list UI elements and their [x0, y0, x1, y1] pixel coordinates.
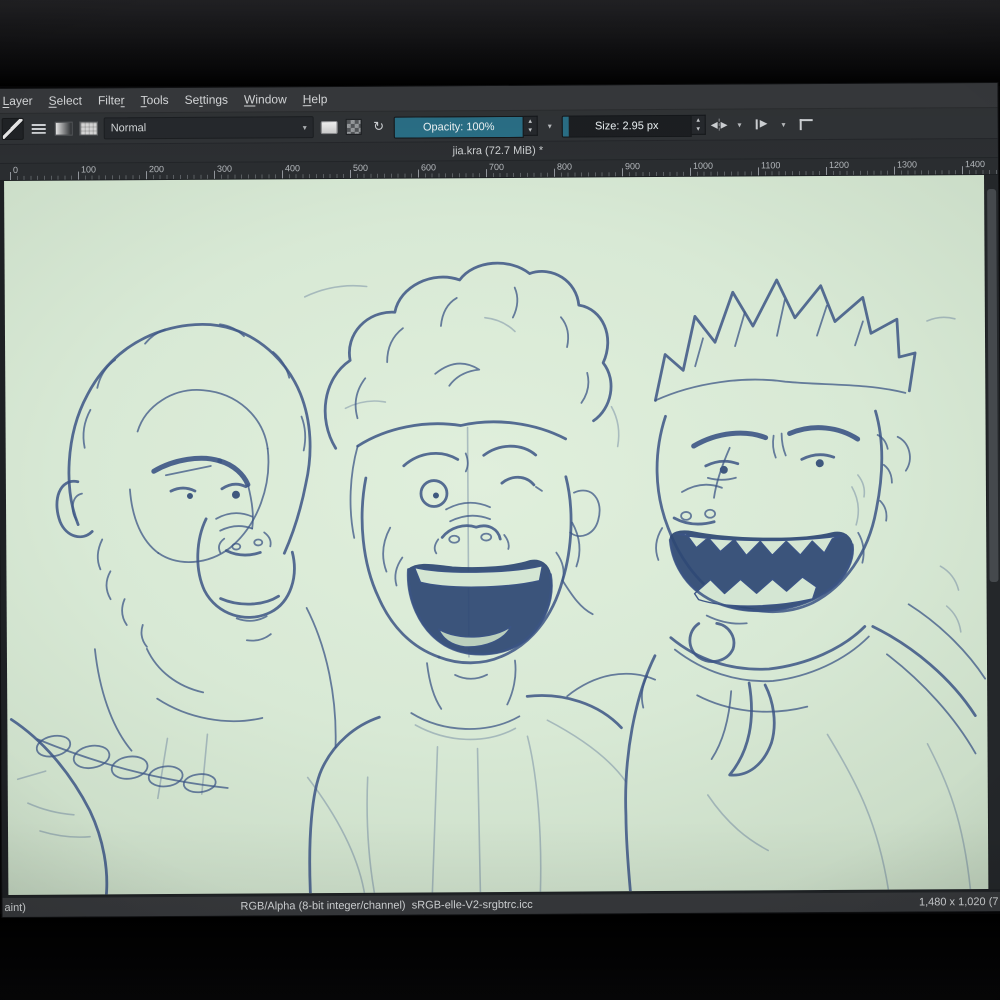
chevron-down-icon: ▾ [302, 122, 307, 132]
ruler-label: 900 [624, 161, 641, 172]
monitor-bezel-top [0, 0, 1000, 86]
ruler-label: 1400 [964, 159, 986, 170]
drawing-canvas[interactable] [4, 175, 989, 896]
size-slider-fill [562, 116, 569, 137]
ruler-label: 200 [148, 164, 165, 175]
stray-sketch-marks [303, 284, 962, 633]
menu-layer[interactable]: Layer [0, 91, 41, 111]
ruler-label: 300 [216, 163, 233, 174]
ruler-label: 700 [488, 161, 505, 173]
brush-settings-icon[interactable] [29, 119, 49, 139]
middle-monkey-sketch [308, 261, 657, 895]
opacity-options-caret[interactable]: ▾ [543, 116, 557, 136]
ruler-label: 1200 [828, 159, 850, 170]
ruler-label: 500 [352, 162, 369, 173]
right-monkey-sketch [624, 278, 987, 893]
menu-window[interactable]: Window [236, 89, 295, 109]
opacity-slider[interactable]: Opacity: 100% ▲ ▼ [393, 115, 538, 139]
monitor-bezel-bottom [0, 914, 1000, 1000]
menu-settings[interactable]: Settings [177, 90, 237, 110]
ruler-label: 1100 [760, 160, 781, 171]
ruler-label: 1000 [692, 160, 714, 171]
ruler-label: 800 [556, 161, 573, 172]
spin-up-icon[interactable]: ▲ [524, 117, 537, 126]
spin-up-icon[interactable]: ▲ [692, 116, 705, 125]
status-tool-hint: aint) [4, 901, 26, 915]
canvas-area [0, 174, 1000, 898]
trim-canvas-icon[interactable] [795, 114, 815, 134]
ruler-label: 0 [12, 164, 19, 175]
menu-select[interactable]: Select [41, 90, 90, 110]
mirror-vertical-caret[interactable]: ▾ [776, 114, 790, 134]
menu-tools[interactable]: Tools [133, 90, 177, 110]
status-color-profile: RGB/Alpha (8-bit integer/channel) sRGB-e… [240, 898, 533, 913]
menu-help[interactable]: Help [295, 89, 336, 109]
spin-down-icon[interactable]: ▼ [692, 125, 705, 134]
scrollbar-thumb[interactable] [987, 189, 999, 582]
krita-window: Layer Select Filter Tools Settings Window Help… [0, 82, 1000, 918]
ruler-label: 600 [420, 162, 437, 173]
preserve-alpha-icon[interactable] [344, 117, 364, 137]
blending-mode-value: Normal [110, 122, 147, 135]
size-spinbox[interactable]: ▲ ▼ [691, 114, 706, 135]
blending-mode-dropdown[interactable]: Normal ▾ [103, 116, 314, 140]
menu-filter[interactable]: Filter [90, 90, 133, 110]
opacity-value: Opacity: 100% [422, 121, 495, 134]
gradient-icon[interactable] [54, 119, 74, 139]
mirror-horizontal-icon[interactable]: ◀ ▶ [711, 118, 728, 131]
monitor-photo: Layer Select Filter Tools Settings Window Help… [0, 0, 1000, 1000]
eraser-mode-icon[interactable] [319, 117, 339, 137]
size-value: Size: 2.95 px [594, 120, 659, 133]
brush-preset-icon[interactable] [1, 117, 24, 141]
ruler-label: 100 [80, 164, 97, 175]
ruler-label: 400 [284, 163, 301, 174]
size-slider[interactable]: Size: 2.95 px ▲ ▼ [561, 114, 706, 138]
mirror-vertical-icon[interactable]: ▶ [751, 114, 771, 134]
ruler-label: 1300 [896, 159, 918, 170]
spin-down-icon[interactable]: ▼ [524, 126, 537, 135]
reload-preset-icon[interactable]: ↻ [369, 117, 389, 137]
monkey-sketch [9, 261, 987, 896]
status-canvas-dimensions: 1,480 x 1,020 (7 [918, 895, 999, 909]
mirror-horizontal-caret[interactable]: ▾ [732, 114, 746, 134]
pattern-icon[interactable] [79, 118, 99, 138]
document-title: jia.kra (72.7 MiB) * [452, 144, 544, 158]
opacity-spinbox[interactable]: ▲ ▼ [523, 115, 538, 136]
